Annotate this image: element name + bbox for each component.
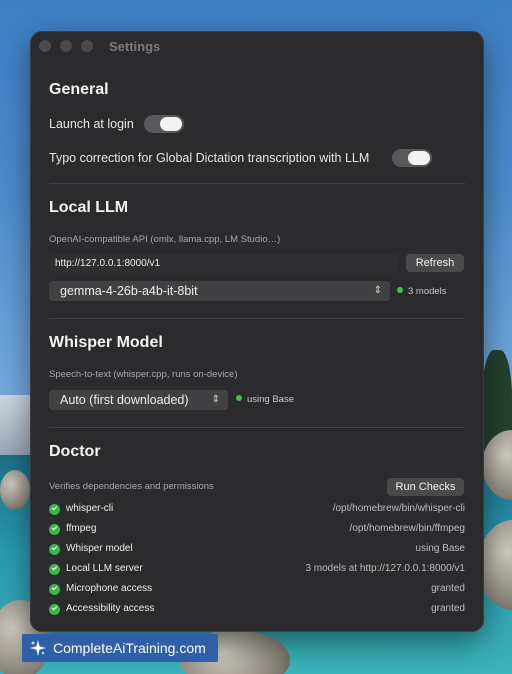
whisper-model-value: Auto (first downloaded) — [60, 393, 189, 407]
check-name: Accessibility access — [66, 603, 155, 614]
whisper-status: using Base — [236, 394, 294, 406]
llm-model-select[interactable]: gemma-4-26b-a4b-it-8bit ⇕ — [49, 281, 390, 301]
check-name: Local LLM server — [66, 563, 143, 574]
check-value: granted — [431, 583, 465, 594]
check-name: Whisper model — [66, 543, 133, 554]
whisper-status-text: using Base — [247, 394, 295, 405]
refresh-button[interactable]: Refresh — [406, 254, 464, 272]
section-divider — [49, 427, 465, 428]
llm-models-status-text: 3 models — [408, 286, 447, 297]
check-value: granted — [431, 603, 465, 614]
checkmark-icon — [49, 564, 60, 575]
run-checks-button[interactable]: Run Checks — [387, 478, 464, 496]
whisper-model-select[interactable]: Auto (first downloaded) ⇕ — [49, 390, 228, 410]
check-value: /opt/homebrew/bin/whisper-cli — [332, 503, 465, 514]
watermark-banner: CompleteAiTraining.com — [22, 634, 218, 662]
checkmark-icon — [49, 584, 60, 595]
sparkle-logo-icon — [30, 640, 46, 656]
status-dot-icon — [236, 395, 242, 402]
window-title: Settings — [109, 39, 161, 54]
checkmark-icon — [49, 544, 60, 555]
doctor-check-row: whisper-cli /opt/homebrew/bin/whisper-cl… — [49, 503, 465, 517]
llm-model-value: gemma-4-26b-a4b-it-8bit — [60, 284, 198, 298]
api-label: OpenAI-compatible API (omlx, llama.cpp, … — [49, 234, 281, 245]
doctor-check-row: Accessibility access granted — [49, 603, 465, 617]
section-divider — [49, 183, 465, 184]
status-dot-icon — [397, 287, 403, 294]
zoom-window-button[interactable] — [81, 40, 93, 52]
doctor-check-row: Local LLM server 3 models at http://127.… — [49, 563, 465, 577]
check-name: whisper-cli — [66, 503, 114, 514]
wallpaper-rock — [0, 470, 30, 510]
toggle-knob — [408, 151, 430, 165]
whisper-model-heading: Whisper Model — [49, 334, 163, 351]
watermark-text: CompleteAiTraining.com — [53, 640, 206, 656]
doctor-check-row: Whisper model using Base — [49, 543, 465, 557]
check-value: 3 models at http://127.0.0.1:8000/v1 — [305, 563, 465, 574]
minimize-window-button[interactable] — [60, 40, 72, 52]
check-value: /opt/homebrew/bin/ffmpeg — [349, 523, 465, 534]
typo-correction-label: Typo correction for Global Dictation tra… — [49, 151, 370, 165]
chevron-updown-icon: ⇕ — [211, 394, 220, 405]
llm-models-status: 3 models — [397, 286, 447, 298]
settings-window: Settings General Launch at login Typo co… — [30, 31, 484, 632]
check-name: Microphone access — [66, 583, 153, 594]
check-value: using Base — [415, 543, 465, 554]
title-bar[interactable]: Settings — [31, 32, 483, 62]
checkmark-icon — [49, 524, 60, 535]
launch-at-login-label: Launch at login — [49, 117, 134, 131]
whisper-subtitle: Speech-to-text (whisper.cpp, runs on-dev… — [49, 369, 238, 380]
section-divider — [49, 318, 465, 319]
checkmark-icon — [49, 504, 60, 515]
typo-correction-toggle[interactable] — [392, 149, 432, 167]
doctor-heading: Doctor — [49, 443, 101, 460]
chevron-updown-icon: ⇕ — [373, 285, 382, 296]
doctor-check-row: ffmpeg /opt/homebrew/bin/ffmpeg — [49, 523, 465, 537]
toggle-knob — [160, 117, 182, 131]
general-heading: General — [49, 81, 109, 98]
launch-at-login-toggle[interactable] — [144, 115, 184, 133]
doctor-check-row: Microphone access granted — [49, 583, 465, 597]
local-llm-heading: Local LLM — [49, 199, 129, 216]
close-window-button[interactable] — [39, 40, 51, 52]
doctor-subtitle: Verifies dependencies and permissions — [49, 481, 214, 492]
check-name: ffmpeg — [66, 523, 97, 534]
api-url-field[interactable]: http://127.0.0.1:8000/v1 — [49, 254, 399, 273]
checkmark-icon — [49, 604, 60, 615]
